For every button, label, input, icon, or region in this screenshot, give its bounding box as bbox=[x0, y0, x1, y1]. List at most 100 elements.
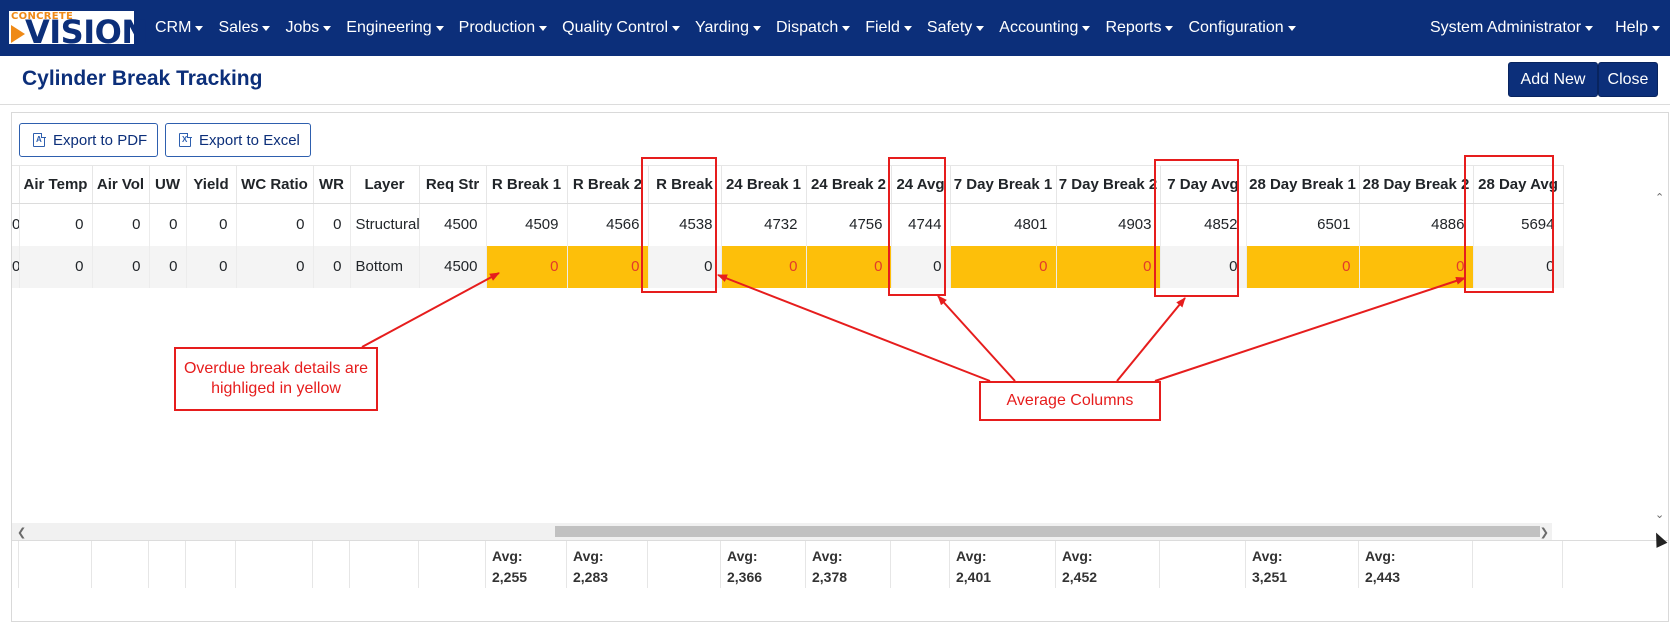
help-menu[interactable]: Help bbox=[1615, 19, 1660, 37]
chevron-down-icon bbox=[1652, 25, 1660, 31]
horizontal-scrollbar[interactable]: ❮ ❯ bbox=[12, 523, 1552, 540]
column-header[interactable]: 24 Break 2 bbox=[806, 165, 892, 204]
nav-item-label: Engineering bbox=[346, 19, 432, 36]
table-cell: 0 bbox=[486, 245, 568, 288]
column-header[interactable]: WC Ratio bbox=[236, 165, 314, 204]
nav-item-accounting[interactable]: Accounting bbox=[999, 19, 1091, 37]
nav-item-label: CRM bbox=[155, 19, 192, 36]
nav-item-yarding[interactable]: Yarding bbox=[695, 19, 761, 37]
add-new-button[interactable]: Add New bbox=[1508, 62, 1598, 97]
data-table: Air Temp Air Vol UW Yield WC Ratio WR Layer Req… bbox=[12, 165, 1564, 288]
header-row: Air Temp Air Vol UW Yield WC Ratio WR Layer Req… bbox=[12, 165, 1564, 204]
table-cell: 6501 bbox=[1246, 203, 1360, 246]
chevron-down-icon bbox=[262, 25, 271, 31]
nav-item-field[interactable]: Field bbox=[865, 19, 912, 37]
nav-item-configuration[interactable]: Configuration bbox=[1188, 19, 1296, 37]
export-pdf-button[interactable]: A Export to PDF bbox=[19, 123, 158, 157]
column-header[interactable]: Air Vol bbox=[92, 165, 150, 204]
column-header[interactable]: 28 Day Break 1 bbox=[1246, 165, 1360, 204]
table-cell: 4509 bbox=[486, 203, 568, 246]
table-cell: 0 bbox=[313, 203, 351, 246]
nav-item-safety[interactable]: Safety bbox=[927, 19, 985, 37]
column-header[interactable]: 24 Break 1 bbox=[721, 165, 807, 204]
footer-aggregate-cell bbox=[92, 541, 149, 588]
nav-item-sales[interactable]: Sales bbox=[218, 19, 271, 37]
28-day-avg-highlight bbox=[1464, 155, 1554, 293]
column-header[interactable]: R Break 2 bbox=[567, 165, 649, 204]
footer-aggregate-cell: Avg: 3,251 bbox=[1246, 541, 1359, 588]
chevron-down-icon bbox=[903, 25, 912, 31]
column-header[interactable]: Yield bbox=[186, 165, 237, 204]
column-header[interactable]: WR bbox=[313, 165, 351, 204]
table-cell: 0 bbox=[1359, 245, 1474, 288]
scrollbar-thumb[interactable] bbox=[555, 526, 1540, 537]
nav-item-jobs[interactable]: Jobs bbox=[285, 19, 332, 37]
table-cell: 0 bbox=[567, 245, 649, 288]
footer-aggregate-cell bbox=[149, 541, 186, 588]
scroll-up-icon[interactable]: ⌃ bbox=[1655, 191, 1664, 204]
table-cell: 0 bbox=[19, 245, 93, 288]
chevron-down-icon bbox=[1165, 25, 1174, 31]
close-button[interactable]: Close bbox=[1598, 62, 1658, 97]
table-cell: Structural bbox=[350, 203, 420, 246]
nav-item-label: Quality Control bbox=[562, 19, 668, 36]
nav-item-reports[interactable]: Reports bbox=[1105, 19, 1174, 37]
nav-item-production[interactable]: Production bbox=[459, 19, 548, 37]
24-avg-highlight bbox=[888, 157, 946, 296]
scroll-down-icon[interactable]: ⌄ bbox=[1655, 508, 1664, 521]
table-cell: 4801 bbox=[950, 203, 1057, 246]
excel-file-icon: X bbox=[179, 132, 192, 147]
table-cell: 0 bbox=[149, 203, 187, 246]
chevron-down-icon bbox=[539, 25, 548, 31]
table-cell: 0 bbox=[721, 245, 807, 288]
footer-aggregate-cell bbox=[186, 541, 236, 588]
table-cell: 0 bbox=[1246, 245, 1360, 288]
footer-aggregate-cell bbox=[12, 541, 19, 588]
nav-item-label: Field bbox=[865, 19, 900, 36]
column-header[interactable]: Req Str bbox=[419, 165, 487, 204]
footer-aggregate-cell: Avg: 2,378 bbox=[806, 541, 891, 588]
column-header[interactable]: R Break 1 bbox=[486, 165, 568, 204]
table-cell: 0 bbox=[92, 203, 150, 246]
column-header[interactable]: 7 Day Break 1 bbox=[950, 165, 1057, 204]
column-header[interactable]: Air Temp bbox=[19, 165, 93, 204]
table-cell: 0 bbox=[806, 245, 892, 288]
table-cell: 0 bbox=[236, 245, 314, 288]
footer-aggregate-cell: Avg: 2,366 bbox=[721, 541, 806, 588]
chevron-down-icon bbox=[1287, 25, 1296, 31]
7-day-avg-highlight bbox=[1154, 159, 1239, 297]
table-cell: 0 bbox=[1056, 245, 1161, 288]
nav-item-quality-control[interactable]: Quality Control bbox=[562, 19, 680, 37]
chevron-down-icon bbox=[976, 25, 985, 31]
logo-flag-icon bbox=[11, 25, 25, 43]
concrete-vision-logo[interactable]: CONCRETE VISION bbox=[9, 11, 148, 48]
vertical-scrollbar[interactable]: ⌃ ⌄ bbox=[1651, 188, 1668, 523]
table-cell: 0 bbox=[12, 245, 20, 288]
column-header[interactable] bbox=[12, 165, 20, 204]
export-excel-button[interactable]: X Export to Excel bbox=[165, 123, 311, 157]
table-cell: 4886 bbox=[1359, 203, 1474, 246]
scroll-left-icon[interactable]: ❮ bbox=[17, 526, 26, 539]
chevron-down-icon bbox=[752, 25, 761, 31]
nav-item-engineering[interactable]: Engineering bbox=[346, 19, 444, 37]
table-cell: 4732 bbox=[721, 203, 807, 246]
table-row[interactable]: 0000000Bottom4500000000000000 bbox=[12, 245, 1564, 288]
user-menu[interactable]: System Administrator bbox=[1429, 19, 1594, 37]
column-header[interactable]: UW bbox=[149, 165, 187, 204]
footer-aggregate-cell: Avg: 2,452 bbox=[1056, 541, 1160, 588]
column-header[interactable]: 7 Day Break 2 bbox=[1056, 165, 1161, 204]
page-title: Cylinder Break Tracking bbox=[22, 67, 263, 90]
pdf-file-icon: A bbox=[33, 132, 46, 147]
column-header[interactable]: Layer bbox=[350, 165, 420, 204]
table-cell: 0 bbox=[19, 203, 93, 246]
table-row[interactable]: 0000000Structural45004509456645384732475… bbox=[12, 203, 1564, 246]
column-header[interactable]: 28 Day Break 2 bbox=[1359, 165, 1474, 204]
nav-item-label: Configuration bbox=[1188, 19, 1284, 36]
nav-item-dispatch[interactable]: Dispatch bbox=[776, 19, 851, 37]
footer-aggregate-cell bbox=[648, 541, 721, 588]
export-excel-label: Export to Excel bbox=[199, 131, 300, 149]
aggregate-footer: Avg: 2,255 Avg: 2,283 Avg: 2,366 Avg: 2,378… bbox=[12, 540, 1668, 621]
nav-item-crm[interactable]: CRM bbox=[155, 19, 204, 37]
user-menu-label: System Administrator bbox=[1429, 19, 1582, 36]
scroll-right-icon[interactable]: ❯ bbox=[1540, 526, 1549, 539]
